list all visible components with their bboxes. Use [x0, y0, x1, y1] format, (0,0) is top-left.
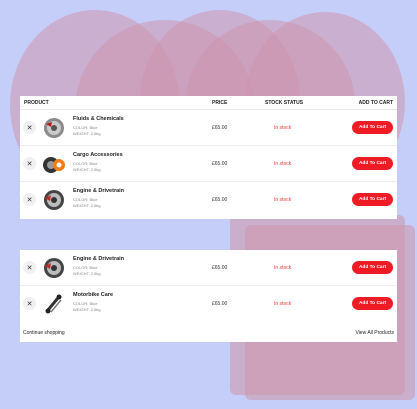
- stock-status: In stock: [274, 265, 292, 271]
- product-name[interactable]: Fluids & Chemicals: [73, 116, 124, 122]
- stock-status: In stock: [274, 301, 292, 307]
- wishlist-table-1: PRODUCT PRICE STOCK STATUS ADD TO CART ✕…: [20, 96, 397, 219]
- product-price: £65.00: [212, 125, 228, 131]
- view-all-products-link[interactable]: View All Products: [355, 330, 394, 336]
- header-stock-status: STOCK STATUS: [265, 99, 304, 106]
- remove-item-button[interactable]: ✕: [23, 261, 36, 274]
- product-weight: WEIGHT: 2.5kg: [73, 167, 101, 172]
- stock-status: In stock: [274, 197, 292, 203]
- table-row: ✕ Engine & Drivetrain COLOR: Blue WEIGHT…: [20, 250, 397, 286]
- product-price: £65.00: [212, 197, 228, 203]
- product-price: £65.00: [212, 265, 228, 271]
- header-price: PRICE: [212, 99, 228, 106]
- add-to-cart-button[interactable]: Add To Cart: [352, 297, 393, 310]
- remove-item-button[interactable]: ✕: [23, 297, 36, 310]
- stock-status: In stock: [274, 161, 292, 167]
- product-name[interactable]: Motorbike Care: [73, 292, 113, 298]
- add-to-cart-button[interactable]: Add To Cart: [352, 193, 393, 206]
- table-footer: Continue shopping View All Products: [20, 322, 397, 342]
- product-weight: WEIGHT: 2.5kg: [73, 131, 101, 136]
- brake-rotor-icon: [42, 188, 66, 212]
- add-to-cart-button[interactable]: Add To Cart: [352, 261, 393, 274]
- product-name[interactable]: Engine & Drivetrain: [73, 256, 124, 262]
- product-price: £65.00: [212, 301, 228, 307]
- wheel-tire-icon: [42, 152, 66, 176]
- stock-status: In stock: [274, 125, 292, 131]
- product-name[interactable]: Cargo Accessories: [73, 152, 123, 158]
- wishlist-table-2: ✕ Engine & Drivetrain COLOR: Blue WEIGHT…: [20, 250, 397, 342]
- product-weight: WEIGHT: 2.5kg: [73, 307, 101, 312]
- product-weight: WEIGHT: 2.5kg: [73, 271, 101, 276]
- brake-disc-icon: [42, 116, 66, 140]
- table-row: ✕ Cargo Accessories COLOR: Blue WEIGHT: …: [20, 146, 397, 182]
- product-price: £65.00: [212, 161, 228, 167]
- table-row: ✕ Fluids & Chemicals COLOR: Blue WEIGHT:…: [20, 110, 397, 146]
- table-header: PRODUCT PRICE STOCK STATUS ADD TO CART: [20, 96, 397, 110]
- table-row: ✕ Motorbike Care COLOR: Blue WEIGHT: 2.5…: [20, 286, 397, 322]
- header-product: PRODUCT: [24, 99, 49, 106]
- product-name[interactable]: Engine & Drivetrain: [73, 188, 124, 194]
- product-weight: WEIGHT: 2.5kg: [73, 203, 101, 208]
- remove-item-button[interactable]: ✕: [23, 121, 36, 134]
- add-to-cart-button[interactable]: Add To Cart: [352, 121, 393, 134]
- brake-rotor-icon: [42, 256, 66, 280]
- add-to-cart-button[interactable]: Add To Cart: [352, 157, 393, 170]
- header-add-to-cart: ADD TO CART: [358, 99, 393, 106]
- shock-absorber-icon: [42, 292, 66, 316]
- continue-shopping-link[interactable]: Continue shopping: [23, 330, 65, 336]
- table-row: ✕ Engine & Drivetrain COLOR: Blue WEIGHT…: [20, 182, 397, 218]
- remove-item-button[interactable]: ✕: [23, 157, 36, 170]
- remove-item-button[interactable]: ✕: [23, 193, 36, 206]
